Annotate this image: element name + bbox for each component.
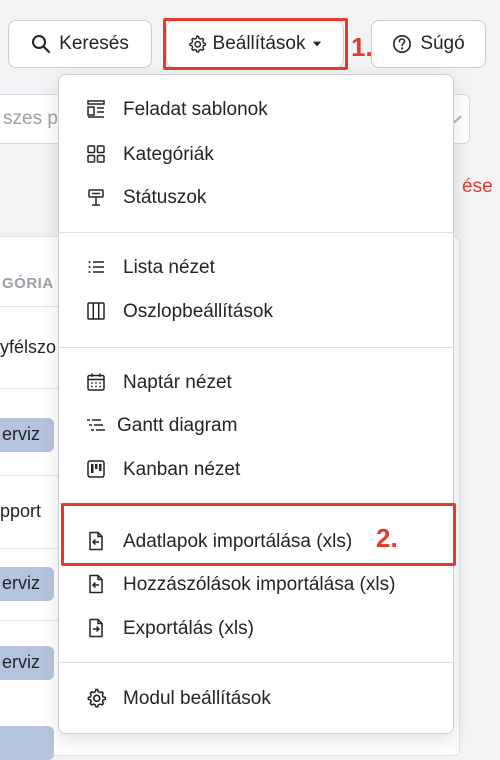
menu-item-hozzaszolasok-importalasa[interactable]: Hozzászólások importálása (xls) xyxy=(59,566,453,602)
file-import-icon xyxy=(85,573,107,595)
category-badge: erviz xyxy=(0,418,54,452)
step2-label: 2. xyxy=(376,523,398,553)
table-divider xyxy=(0,548,60,549)
menu-divider xyxy=(59,232,453,233)
menu-item-modul-beallitasok[interactable]: Modul beállítások xyxy=(59,680,453,716)
template-icon xyxy=(85,98,107,120)
category-badge xyxy=(0,726,54,760)
menu-item-label: Státuszok xyxy=(123,187,207,208)
step1-label: 1. xyxy=(351,32,373,62)
category-badge: erviz xyxy=(0,646,54,680)
category-badge: erviz xyxy=(0,567,54,601)
menu-item-statuszok[interactable]: Státuszok xyxy=(59,179,453,215)
menu-item-naptar-nezet[interactable]: Naptár nézet xyxy=(59,364,453,400)
menu-item-feladat-sablonok[interactable]: Feladat sablonok xyxy=(59,91,453,127)
menu-item-label: Lista nézet xyxy=(123,257,215,278)
calendar-icon xyxy=(85,371,107,393)
menu-item-lista-nezet[interactable]: Lista nézet xyxy=(59,249,453,285)
help-button[interactable]: Súgó xyxy=(371,20,486,68)
menu-item-gantt-diagram[interactable]: Gantt diagram xyxy=(59,407,453,443)
settings-dropdown-menu: Feladat sablonok Kategóriák Státuszok Li… xyxy=(58,74,454,734)
category-badge-label: erviz xyxy=(2,424,41,444)
menu-divider xyxy=(59,347,453,348)
menu-item-label: Kanban nézet xyxy=(123,459,241,480)
menu-item-label: Feladat sablonok xyxy=(123,99,268,120)
kanban-icon xyxy=(85,458,107,480)
category-badge-label: erviz xyxy=(2,573,41,593)
signpost-icon xyxy=(85,186,107,208)
menu-item-label: Kategóriák xyxy=(123,144,214,165)
table-cell: yfélszo xyxy=(0,337,57,357)
menu-divider xyxy=(59,662,453,663)
search-icon xyxy=(32,35,51,54)
columns-icon xyxy=(85,300,107,322)
menu-item-exportalas[interactable]: Exportálás (xls) xyxy=(59,610,453,646)
list-icon xyxy=(85,256,107,278)
search-button[interactable]: Keresés xyxy=(8,20,152,68)
gear-icon xyxy=(85,687,107,709)
menu-item-label: Gantt diagram xyxy=(117,415,238,436)
help-button-label: Súgó xyxy=(420,33,465,54)
menu-item-label: Oszlopbeállítások xyxy=(123,301,273,322)
menu-item-kategoriak[interactable]: Kategóriák xyxy=(59,136,453,172)
background-search-placeholder: szes p xyxy=(3,108,58,129)
table-divider xyxy=(0,306,60,307)
table-divider xyxy=(0,388,60,389)
table-divider xyxy=(0,620,60,621)
menu-item-oszlopbeallitasok[interactable]: Oszlopbeállítások xyxy=(59,293,453,329)
question-circle-icon xyxy=(393,35,412,53)
menu-item-kanban-nezet[interactable]: Kanban nézet xyxy=(59,451,453,487)
search-button-label: Keresés xyxy=(59,33,129,54)
file-export-icon xyxy=(85,617,107,639)
table-divider xyxy=(0,475,60,476)
category-badge-label: erviz xyxy=(2,652,41,672)
table-cell: pport xyxy=(0,501,42,521)
menu-item-label: Naptár nézet xyxy=(123,372,232,393)
menu-item-label: Modul beállítások xyxy=(123,688,271,709)
step1-highlight-box xyxy=(163,18,348,70)
menu-item-label: Exportálás (xls) xyxy=(123,618,254,639)
background-column-header: GÓRIA xyxy=(2,275,54,292)
menu-item-label: Hozzászólások importálása (xls) xyxy=(123,574,396,595)
background-red-text: ése xyxy=(462,176,493,197)
grid-icon xyxy=(85,143,107,165)
gantt-icon xyxy=(85,414,107,436)
